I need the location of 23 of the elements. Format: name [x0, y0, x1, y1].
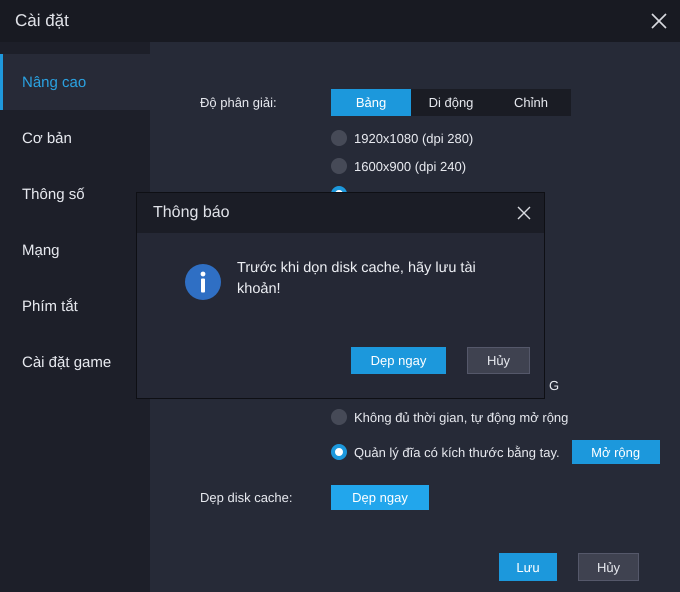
tab[interactable]: Chỉnh — [491, 89, 571, 116]
tab[interactable]: Di động — [411, 89, 491, 116]
sidebar-item[interactable]: Nâng cao — [0, 54, 150, 110]
resolution-label: Độ phân giải: — [200, 95, 278, 110]
radio-button[interactable] — [331, 409, 347, 425]
info-icon — [185, 264, 221, 300]
radio-label: Không đủ thời gian, tự động mở rộng — [354, 410, 568, 424]
radio-label: 1920x1080 (dpi 280) — [354, 130, 474, 146]
radio-button[interactable] — [331, 130, 347, 146]
close-icon[interactable] — [517, 206, 531, 220]
window-title: Cài đặt — [15, 11, 69, 31]
radio-button[interactable] — [331, 158, 347, 174]
radio-label: 1600x900 (dpi 240) — [354, 158, 466, 174]
cancel-button[interactable]: Hủy — [578, 553, 639, 581]
close-icon[interactable] — [651, 13, 667, 29]
dialog-title: Thông báo — [153, 204, 230, 222]
dialog-message: Trước khi dọn disk cache, hãy lưu tài khoản! — [237, 259, 477, 299]
cancel-button[interactable]: Hủy — [467, 347, 530, 374]
sidebar-item[interactable]: Cơ bản — [0, 110, 150, 166]
cache-label: Dẹp disk cache: — [200, 490, 294, 504]
partial-text: G — [549, 378, 560, 392]
radio-label: Quản lý đĩa có kích thước bằng tay. — [354, 444, 560, 460]
radio-button[interactable] — [331, 444, 347, 460]
